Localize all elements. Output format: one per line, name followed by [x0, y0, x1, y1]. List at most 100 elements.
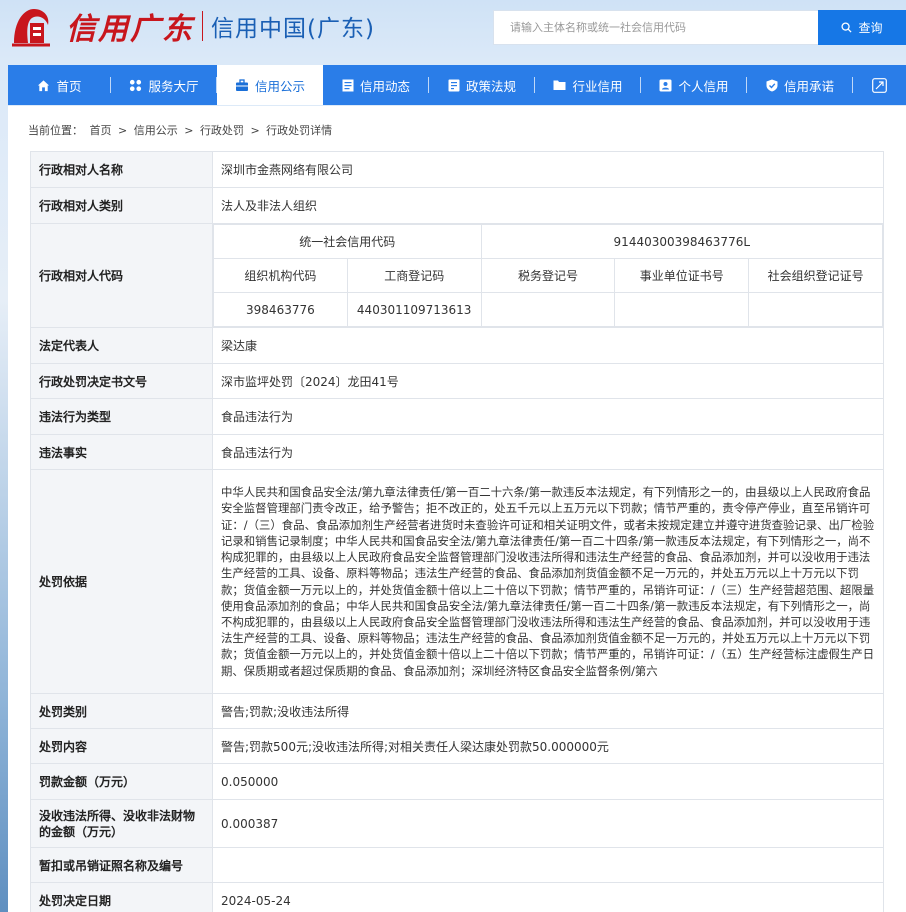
- nav-label: 政策法规: [465, 78, 516, 94]
- row-label: 行政处罚决定书文号: [30, 363, 213, 399]
- nav-label: 服务大厅: [148, 78, 199, 94]
- logo-title: 信用广东: [66, 12, 194, 47]
- table-row: 罚款金额（万元） 0.050000: [30, 763, 884, 800]
- table-row: 法定代表人 梁达康: [30, 327, 884, 364]
- main-nav: 首页 服务大厅 信用公示 信用动态 政策法规 行业信用 个人信用 信用承诺: [8, 65, 906, 105]
- code-value: 440301109713613: [346, 292, 482, 327]
- code-value: [614, 292, 750, 327]
- table-row: 行政相对人类别 法人及非法人组织: [30, 187, 884, 224]
- nav-item-credit-news[interactable]: 信用动态: [323, 65, 429, 105]
- row-value: 中华人民共和国食品安全法/第九章法律责任/第一百二十六条/第一款违反本法规定，有…: [212, 469, 884, 694]
- site-header: 信用广东 信用中国(广东) 请输入主体名称或统一社会信用代码 查询: [0, 0, 906, 64]
- code-header: 税务登记号: [480, 258, 616, 293]
- nav-item-credit-commitment[interactable]: 信用承诺: [747, 65, 853, 105]
- logo-emblem-icon: [8, 3, 54, 49]
- row-value: 食品违法行为: [212, 398, 884, 435]
- code-row-headers: 组织机构代码 工商登记码 税务登记号 事业单位证书号 社会组织登记证号: [213, 258, 883, 293]
- row-label: 罚款金额（万元）: [30, 763, 213, 800]
- document-icon: [448, 79, 460, 91]
- row-value: 警告;罚款500元;没收违法所得;对相关责任人梁达康处罚款50.000000元: [212, 728, 884, 764]
- code-row-uscc: 统一社会信用代码 91440300398463776L: [213, 224, 884, 259]
- uscc-value: 91440300398463776L: [480, 224, 884, 259]
- table-row: 行政相对人代码 统一社会信用代码 91440300398463776L 组织机构…: [30, 223, 884, 328]
- grid-icon: [130, 79, 142, 91]
- nav-label: 信用公示: [254, 78, 305, 94]
- table-row: 处罚类别 警告;罚款;没收违法所得: [30, 693, 884, 729]
- logo-divider: [202, 11, 203, 41]
- code-value: 398463776: [213, 292, 348, 327]
- search-icon: [841, 22, 853, 33]
- row-label: 处罚依据: [30, 469, 213, 694]
- expand-icon: [872, 77, 887, 93]
- logo-subtitle: 信用中国(广东): [211, 16, 375, 42]
- breadcrumb-separator: >: [184, 124, 194, 137]
- code-header: 组织机构代码: [213, 258, 348, 293]
- breadcrumb-item-home[interactable]: 首页: [90, 124, 112, 137]
- breadcrumb: 当前位置： 首页 > 信用公示 > 行政处罚 > 行政处罚详情: [28, 122, 335, 138]
- row-label: 处罚决定日期: [30, 882, 213, 912]
- nav-item-industry-credit[interactable]: 行业信用: [535, 65, 641, 105]
- main-content: 当前位置： 首页 > 信用公示 > 行政处罚 > 行政处罚详情 行政相对人名称 …: [8, 106, 906, 912]
- row-value: 法人及非法人组织: [212, 187, 884, 224]
- row-label: 处罚类别: [30, 693, 213, 729]
- search-button[interactable]: 查询: [818, 10, 906, 45]
- nav-item-more[interactable]: [853, 65, 906, 105]
- breadcrumb-prefix: 当前位置：: [28, 124, 83, 137]
- table-row: 处罚决定日期 2024-05-24: [30, 882, 884, 912]
- table-row: 处罚依据 中华人民共和国食品安全法/第九章法律责任/第一百二十六条/第一款违反本…: [30, 469, 884, 694]
- nav-label: 首页: [56, 78, 82, 94]
- row-value: 梁达康: [212, 327, 884, 364]
- breadcrumb-item-publicity[interactable]: 信用公示: [134, 124, 178, 137]
- row-value: 深圳市金燕网络有限公司: [212, 151, 884, 188]
- row-label: 法定代表人: [30, 327, 213, 364]
- shield-icon: [766, 79, 778, 91]
- row-label: 行政相对人类别: [30, 187, 213, 224]
- breadcrumb-item-penalty[interactable]: 行政处罚: [200, 124, 244, 137]
- code-subtable: 统一社会信用代码 91440300398463776L 组织机构代码 工商登记码…: [213, 224, 884, 327]
- row-label: 暂扣或吊销证照名称及编号: [30, 847, 213, 883]
- nav-label: 信用承诺: [783, 78, 834, 94]
- row-label: 行政相对人代码: [30, 223, 213, 328]
- nav-item-personal-credit[interactable]: 个人信用: [641, 65, 747, 105]
- row-label: 违法行为类型: [30, 398, 213, 435]
- row-label: 违法事实: [30, 434, 213, 470]
- breadcrumb-separator: >: [118, 124, 128, 137]
- news-icon: [342, 79, 354, 91]
- search-button-label: 查询: [858, 21, 883, 35]
- table-row: 违法事实 食品违法行为: [30, 434, 884, 470]
- row-label: 处罚内容: [30, 728, 213, 764]
- row-label: 行政相对人名称: [30, 151, 213, 188]
- table-row: 没收违法所得、没收非法财物的金额（万元） 0.000387: [30, 799, 884, 848]
- breadcrumb-separator: >: [250, 124, 260, 137]
- code-value: [748, 292, 883, 327]
- site-logo[interactable]: 信用广东 信用中国(广东): [8, 4, 375, 48]
- table-row: 暂扣或吊销证照名称及编号: [30, 847, 884, 883]
- row-value: 深市监坪处罚〔2024〕龙田41号: [212, 363, 884, 399]
- code-value: [480, 292, 616, 327]
- search-input[interactable]: 请输入主体名称或统一社会信用代码: [493, 10, 819, 45]
- penalty-detail-table: 行政相对人名称 深圳市金燕网络有限公司 行政相对人类别 法人及非法人组织 行政相…: [30, 151, 884, 912]
- nav-label: 个人信用: [678, 78, 729, 94]
- nav-label: 行业信用: [572, 78, 623, 94]
- code-header: 事业单位证书号: [614, 258, 750, 293]
- nav-item-service-hall[interactable]: 服务大厅: [111, 65, 217, 105]
- table-row: 违法行为类型 食品违法行为: [30, 398, 884, 435]
- nav-item-policies[interactable]: 政策法规: [429, 65, 535, 105]
- code-subtable-cell: 统一社会信用代码 91440300398463776L 组织机构代码 工商登记码…: [212, 223, 884, 328]
- id-card-icon: [659, 79, 672, 91]
- row-value: 0.050000: [212, 763, 884, 800]
- nav-item-home[interactable]: 首页: [8, 65, 111, 105]
- folder-icon: [553, 80, 566, 90]
- table-row: 行政处罚决定书文号 深市监坪处罚〔2024〕龙田41号: [30, 363, 884, 399]
- table-row: 处罚内容 警告;罚款500元;没收违法所得;对相关责任人梁达康处罚款50.000…: [30, 728, 884, 764]
- code-header: 社会组织登记证号: [748, 258, 883, 293]
- briefcase-icon: [235, 78, 248, 91]
- code-row-values: 398463776 440301109713613: [213, 292, 883, 327]
- row-value: 食品违法行为: [212, 434, 884, 470]
- breadcrumb-item-current: 行政处罚详情: [266, 124, 333, 137]
- table-row: 行政相对人名称 深圳市金燕网络有限公司: [30, 151, 884, 188]
- nav-item-credit-publicity[interactable]: 信用公示: [217, 65, 323, 105]
- row-value: 警告;罚款;没收违法所得: [212, 693, 884, 729]
- row-label: 没收违法所得、没收非法财物的金额（万元）: [30, 799, 213, 848]
- nav-label: 信用动态: [359, 78, 410, 94]
